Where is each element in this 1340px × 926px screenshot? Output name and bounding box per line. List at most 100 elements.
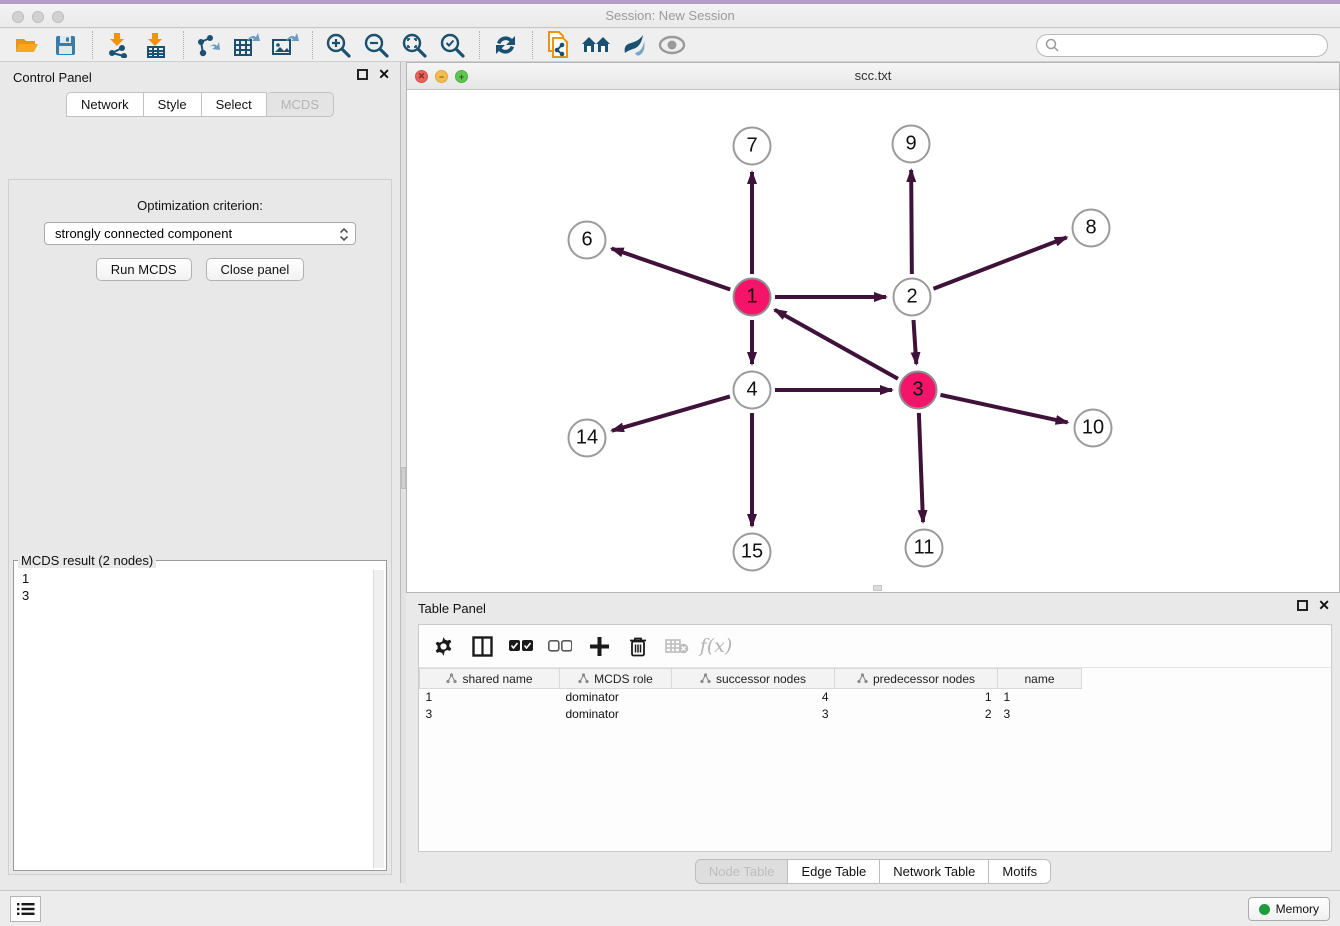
create-column-button[interactable] — [585, 632, 613, 660]
main-toolbar — [0, 29, 1340, 62]
graph-node-10[interactable]: 10 — [1074, 409, 1113, 448]
zoom-selected-button[interactable] — [437, 31, 467, 59]
table-cell[interactable]: 1 — [998, 689, 1082, 706]
columns-icon — [472, 636, 493, 657]
save-session-button[interactable] — [50, 31, 80, 59]
run-mcds-button[interactable]: Run MCDS — [96, 258, 192, 281]
table-cell[interactable]: dominator — [560, 689, 672, 706]
table-cell[interactable]: 4 — [672, 689, 835, 706]
export-network-button[interactable] — [194, 31, 224, 59]
import-network-button[interactable] — [103, 31, 133, 59]
edge-2-to-8[interactable] — [933, 237, 1066, 288]
memory-label: Memory — [1276, 902, 1319, 916]
search-field[interactable] — [1036, 34, 1328, 57]
graph-node-2[interactable]: 2 — [893, 278, 932, 317]
network-minimize-button[interactable]: − — [435, 70, 448, 83]
table-cell[interactable]: 3 — [998, 706, 1082, 723]
open-session-button[interactable] — [12, 31, 42, 59]
float-table-panel-icon[interactable] — [1297, 600, 1308, 611]
column-selector-button[interactable] — [468, 632, 496, 660]
network-zoom-button[interactable]: + — [455, 70, 468, 83]
apply-layout-button[interactable] — [490, 31, 520, 59]
network-window-controls[interactable]: ✕ − + — [415, 70, 468, 83]
edge-3-to-1[interactable] — [775, 310, 898, 379]
tab-node-table[interactable]: Node Table — [695, 859, 789, 884]
show-hide-button[interactable] — [657, 31, 687, 59]
graph-node-15[interactable]: 15 — [733, 533, 772, 572]
edge-layer — [407, 90, 1340, 585]
tab-edge-table[interactable]: Edge Table — [788, 859, 880, 884]
close-table-panel-icon[interactable]: ✕ — [1318, 600, 1330, 611]
edge-1-to-6[interactable] — [612, 248, 731, 289]
table-row[interactable]: 1dominator411 — [420, 689, 1082, 706]
horizontal-splitter-handle[interactable] — [873, 585, 882, 591]
toolbar-separator — [532, 31, 533, 59]
plus-icon — [590, 637, 609, 656]
edge-2-to-3[interactable] — [913, 320, 916, 364]
edge-4-to-14[interactable] — [612, 396, 730, 430]
table-panel-header: Table Panel ✕ — [406, 593, 1340, 621]
show-panels-button[interactable] — [10, 896, 41, 922]
graph-node-6[interactable]: 6 — [568, 221, 607, 260]
graph-node-11[interactable]: 11 — [905, 529, 944, 568]
graph-node-8[interactable]: 8 — [1072, 209, 1111, 248]
tab-style[interactable]: Style — [144, 92, 202, 117]
duplicate-network-button[interactable] — [543, 31, 573, 59]
column-header-shared-name[interactable]: shared name — [420, 669, 560, 689]
control-panel-tabs: Network Style Select MCDS — [0, 92, 400, 117]
tab-motifs[interactable]: Motifs — [989, 859, 1051, 884]
delete-column-button[interactable] — [624, 632, 652, 660]
tab-network-table[interactable]: Network Table — [880, 859, 989, 884]
column-header-mcds-role[interactable]: MCDS role — [560, 669, 672, 689]
mcds-result-list[interactable]: 13 — [16, 570, 384, 868]
edge-3-to-11[interactable] — [919, 413, 923, 522]
table-cell[interactable]: dominator — [560, 706, 672, 723]
table-cell[interactable]: 1 — [420, 689, 560, 706]
graph-node-9[interactable]: 9 — [892, 125, 931, 164]
export-image-button[interactable] — [270, 31, 300, 59]
function-builder-button-disabled: f(x) — [702, 632, 730, 660]
home-button[interactable] — [581, 31, 611, 59]
mcds-result-scrollbar[interactable] — [373, 570, 384, 868]
column-header-predecessor-nodes[interactable]: predecessor nodes — [835, 669, 998, 689]
tab-select[interactable]: Select — [202, 92, 267, 117]
close-panel-button[interactable]: Close panel — [206, 258, 305, 281]
graph-node-3[interactable]: 3 — [899, 371, 938, 410]
node-table: shared name MCDS role successor nodes pr… — [419, 668, 1082, 723]
optimization-criterion-select[interactable]: strongly connected component — [44, 222, 356, 245]
tab-network[interactable]: Network — [66, 92, 144, 117]
style-brush-button[interactable] — [619, 31, 649, 59]
mcds-result-value: 1 — [16, 570, 384, 587]
zoom-in-button[interactable] — [323, 31, 353, 59]
export-table-button[interactable] — [232, 31, 262, 59]
toolbar-separator — [479, 31, 480, 59]
search-input[interactable] — [1059, 38, 1319, 52]
edge-2-to-9[interactable] — [911, 170, 912, 274]
zoom-out-button[interactable] — [361, 31, 391, 59]
import-table-button[interactable] — [141, 31, 171, 59]
table-cell[interactable]: 3 — [420, 706, 560, 723]
float-panel-icon[interactable] — [357, 69, 368, 80]
select-all-columns-button[interactable] — [507, 632, 535, 660]
column-header-successor-nodes[interactable]: successor nodes — [672, 669, 835, 689]
close-panel-icon[interactable]: ✕ — [378, 69, 390, 80]
graph-node-4[interactable]: 4 — [733, 371, 772, 410]
memory-button[interactable]: Memory — [1248, 897, 1330, 921]
table-cell[interactable]: 3 — [672, 706, 835, 723]
table-panel-tabs: Node Table Edge Table Network Table Moti… — [406, 859, 1340, 884]
graph-node-7[interactable]: 7 — [733, 127, 772, 166]
column-header-name[interactable]: name — [998, 669, 1082, 689]
network-canvas[interactable]: 7 9 6 8 1 2 4 3 14 10 15 11 — [407, 90, 1339, 584]
table-options-button[interactable] — [429, 632, 457, 660]
deselect-all-columns-button[interactable] — [546, 632, 574, 660]
graph-node-1[interactable]: 1 — [733, 278, 772, 317]
edge-3-to-10[interactable] — [940, 395, 1067, 423]
table-row[interactable]: 3dominator323 — [420, 706, 1082, 723]
table-cell[interactable]: 1 — [835, 689, 998, 706]
zoom-fit-button[interactable] — [399, 31, 429, 59]
graph-node-14[interactable]: 14 — [568, 419, 607, 458]
table-cell[interactable]: 2 — [835, 706, 998, 723]
network-close-button[interactable]: ✕ — [415, 70, 428, 83]
tab-mcds[interactable]: MCDS — [267, 92, 334, 117]
table-panel-title: Table Panel — [418, 601, 486, 616]
